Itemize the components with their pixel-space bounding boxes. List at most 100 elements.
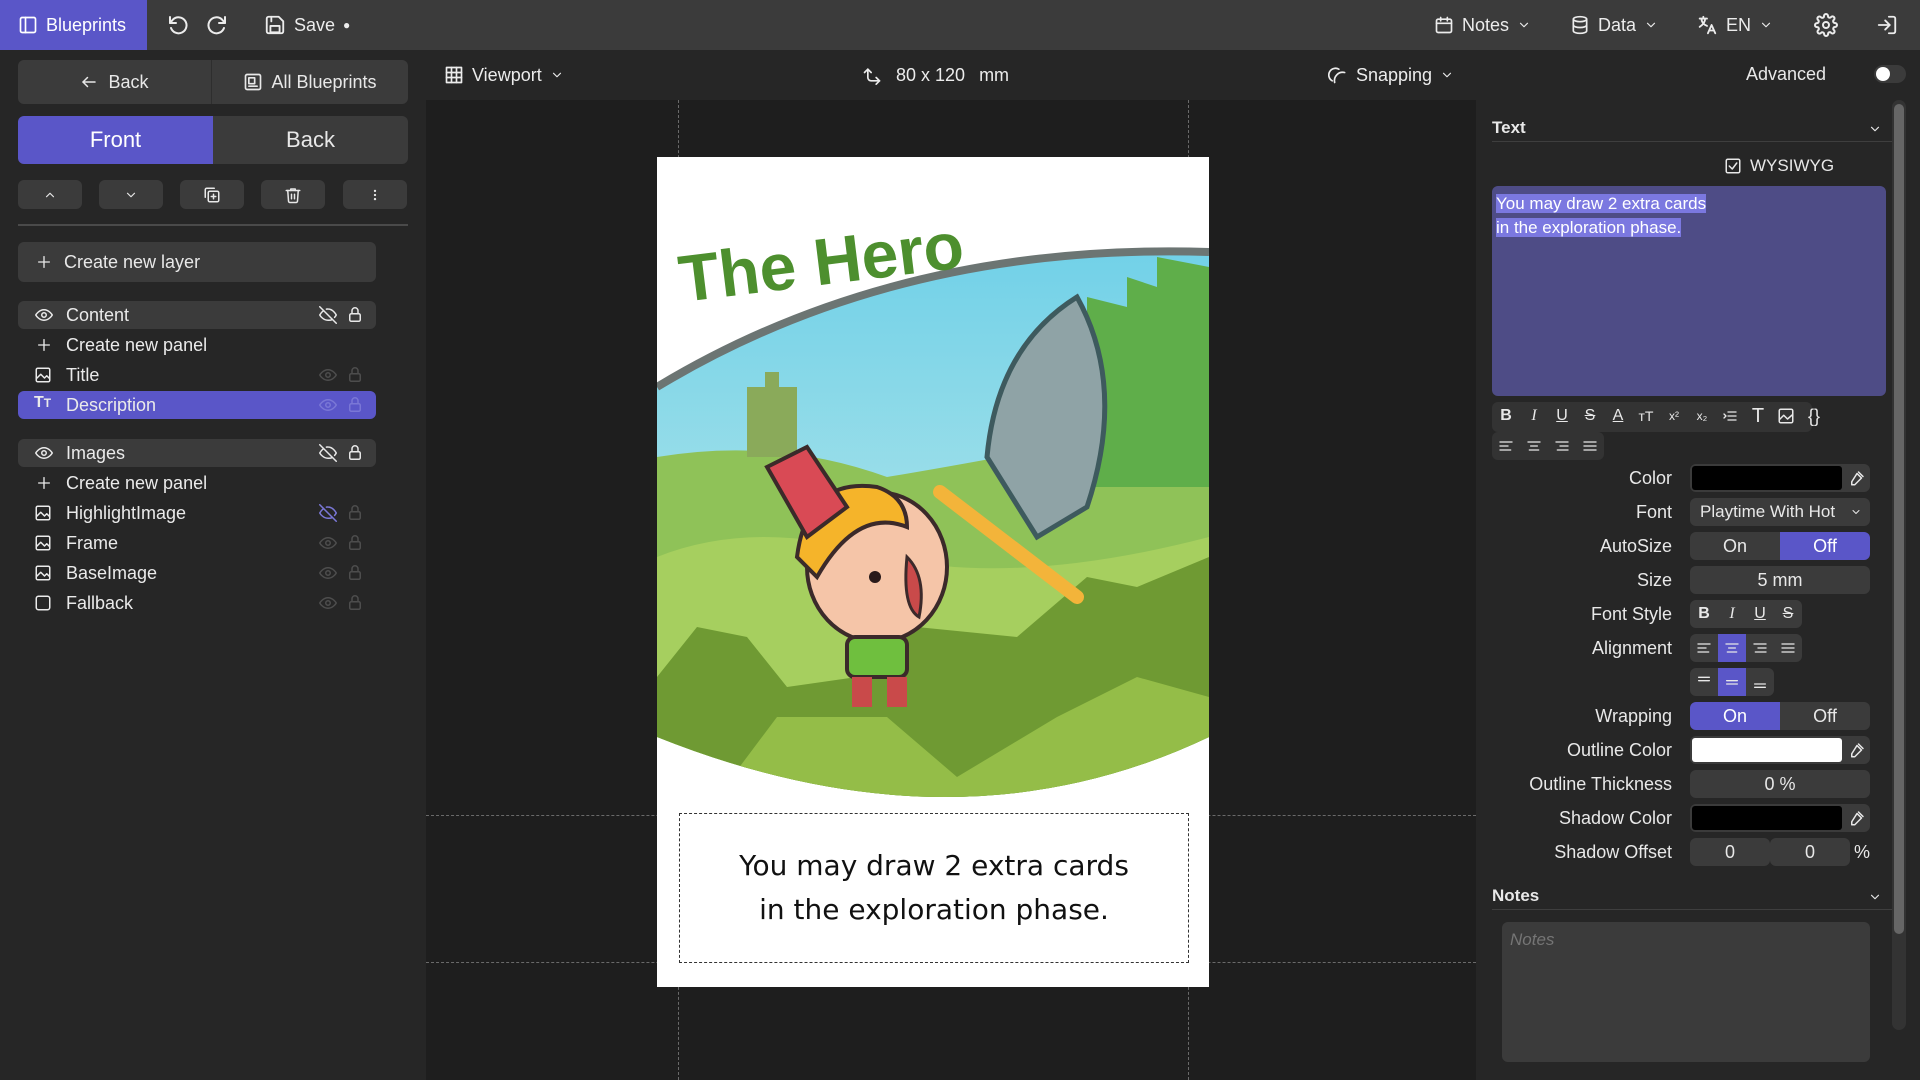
delete-button[interactable] [261,180,325,209]
card-size-control[interactable]: 80 x 120 mm [862,50,1009,100]
back-button[interactable]: Back [18,60,211,104]
bold-icon[interactable]: B [1492,402,1520,430]
notes-textarea[interactable] [1502,922,1870,1062]
bold-icon[interactable]: B [1690,600,1718,628]
text-editor[interactable]: You may draw 2 extra cards in the explor… [1492,186,1886,396]
scrollbar-thumb[interactable] [1894,104,1904,934]
lock-icon[interactable] [346,305,364,324]
strikethrough-icon[interactable]: S [1576,402,1604,430]
text-color-field[interactable] [1690,464,1870,492]
eye-off-icon[interactable] [318,504,338,522]
eye-icon[interactable] [318,396,338,414]
snapping-menu-button[interactable]: Snapping [1328,50,1454,100]
align-center-icon[interactable] [1520,432,1548,460]
move-down-button[interactable] [99,180,163,209]
settings-button[interactable] [1814,0,1838,50]
eye-icon[interactable] [318,366,338,384]
tab-front[interactable]: Front [18,116,213,164]
eyedropper-icon[interactable] [1848,469,1866,487]
strikethrough-icon[interactable]: S [1774,600,1802,628]
create-panel-content[interactable]: Create new panel [18,331,376,359]
unlock-icon[interactable] [346,533,364,552]
eye-off-icon[interactable] [318,444,338,462]
advanced-toggle[interactable] [1874,65,1906,83]
tab-back[interactable]: Back [213,116,408,164]
align-bottom-icon[interactable] [1746,668,1774,696]
align-left-icon[interactable] [1492,432,1520,460]
text-color-icon[interactable]: A [1604,402,1632,430]
create-panel-images[interactable]: Create new panel [18,469,376,497]
layer-item-description[interactable]: TT Description [18,391,376,419]
layer-item-highlightimage[interactable]: HighlightImage [18,499,376,527]
notes-menu-button[interactable]: Notes [1434,0,1531,50]
unlock-icon[interactable] [346,563,364,582]
layer-item-title[interactable]: Title [18,361,376,389]
align-right-icon[interactable] [1548,432,1576,460]
redo-button[interactable] [205,0,229,50]
eye-icon[interactable] [318,594,338,612]
layer-item-baseimage[interactable]: BaseImage [18,559,376,587]
outline-color-field[interactable] [1690,736,1870,764]
undo-button[interactable] [166,0,190,50]
unlock-icon[interactable] [346,503,364,522]
autosize-off-button[interactable]: Off [1780,532,1870,560]
italic-icon[interactable]: I [1520,402,1548,430]
layer-group-images[interactable]: Images [18,439,376,467]
italic-icon[interactable]: I [1718,600,1746,628]
duplicate-button[interactable] [180,180,244,209]
notes-section-header[interactable]: Notes [1492,882,1892,910]
eyedropper-icon[interactable] [1848,809,1866,827]
card-preview[interactable]: The Hero You may draw 2 extra cards in t… [657,157,1209,987]
eyedropper-icon[interactable] [1848,741,1866,759]
lock-icon[interactable] [346,443,364,462]
exit-button[interactable] [1876,0,1898,50]
viewport-menu-button[interactable]: Viewport [444,50,564,100]
eye-icon[interactable] [318,564,338,582]
blueprints-menu-button[interactable]: Blueprints [0,0,147,50]
eye-off-icon[interactable] [318,306,338,324]
layer-item-frame[interactable]: Frame [18,529,376,557]
shadow-offset-x-input[interactable]: 0 [1690,838,1770,866]
wrapping-off-button[interactable]: Off [1780,702,1870,730]
layer-group-content[interactable]: Content [18,301,376,329]
code-braces-icon[interactable]: {} [1800,402,1828,430]
card-description-box[interactable]: You may draw 2 extra cards in the explor… [679,813,1189,963]
indent-icon[interactable] [1716,402,1744,430]
align-middle-icon[interactable] [1718,668,1746,696]
align-justify-icon[interactable] [1774,634,1802,662]
subscript-icon[interactable]: x₂ [1688,402,1716,430]
outline-thickness-input[interactable]: 0 % [1690,770,1870,798]
wrapping-on-button[interactable]: On [1690,702,1780,730]
underline-icon[interactable]: U [1746,600,1774,628]
align-right-icon[interactable] [1746,634,1774,662]
unlock-icon[interactable] [346,395,364,414]
insert-image-icon[interactable] [1772,402,1800,430]
text-section-header[interactable]: Text [1492,114,1892,142]
autosize-on-button[interactable]: On [1690,532,1780,560]
data-menu-button[interactable]: Data [1570,0,1658,50]
unlock-icon[interactable] [346,365,364,384]
align-justify-icon[interactable] [1576,432,1604,460]
align-center-icon[interactable] [1718,634,1746,662]
wysiwyg-checkbox[interactable]: WYSIWYG [1724,156,1834,176]
shadow-color-field[interactable] [1690,804,1870,832]
move-up-button[interactable] [18,180,82,209]
insert-text-icon[interactable]: T [1744,402,1772,430]
font-size-icon[interactable]: тT [1632,402,1660,430]
save-button[interactable]: Save ● [264,0,350,50]
all-blueprints-button[interactable]: All Blueprints [211,60,408,104]
language-menu-button[interactable]: EN [1696,0,1773,50]
scrollbar-track[interactable] [1892,100,1906,1030]
unlock-icon[interactable] [346,593,364,612]
create-layer-button[interactable]: Create new layer [18,242,376,282]
align-top-icon[interactable] [1690,668,1718,696]
font-select[interactable]: Playtime With Hot [1690,498,1870,526]
shadow-offset-y-input[interactable]: 0 [1770,838,1850,866]
layer-item-fallback[interactable]: Fallback [18,589,376,617]
underline-icon[interactable]: U [1548,402,1576,430]
eye-icon[interactable] [318,534,338,552]
canvas-area[interactable]: The Hero You may draw 2 extra cards in t… [426,100,1476,1080]
size-input[interactable]: 5 mm [1690,566,1870,594]
superscript-icon[interactable]: x² [1660,402,1688,430]
more-options-button[interactable] [343,180,407,209]
